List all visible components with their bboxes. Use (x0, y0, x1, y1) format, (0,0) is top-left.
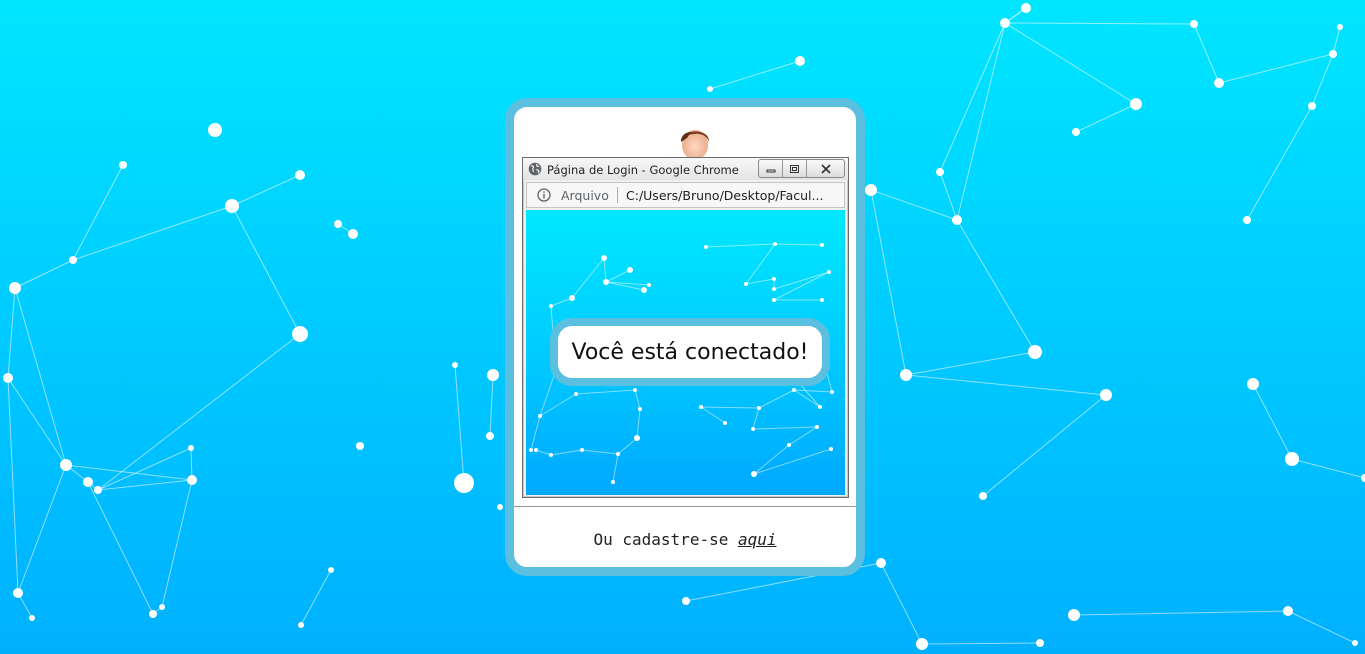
connected-message: Você está conectado! (571, 339, 809, 365)
signup-prompt-text: Ou cadastre-se (593, 530, 738, 549)
login-card: Página de Login - Google Chrome Arquivo (505, 98, 865, 576)
minimize-icon (766, 169, 775, 172)
close-button[interactable] (807, 160, 844, 177)
window-controls (758, 159, 845, 178)
close-icon (820, 163, 831, 174)
user-avatar-icon (680, 130, 710, 160)
chrome-popup-window: Página de Login - Google Chrome Arquivo (522, 157, 849, 498)
window-titlebar[interactable]: Página de Login - Google Chrome (523, 158, 848, 180)
address-bar[interactable]: Arquivo C:/Users/Bruno/Desktop/Facul... (526, 182, 845, 208)
restore-button[interactable] (783, 160, 807, 177)
connected-message-box: Você está conectado! (550, 318, 830, 386)
minimize-button[interactable] (759, 160, 783, 177)
address-scheme: Arquivo (561, 188, 609, 203)
restore-icon (790, 164, 799, 173)
window-title: Página de Login - Google Chrome (547, 163, 739, 177)
signup-link[interactable]: aqui (738, 530, 777, 549)
card-divider (514, 506, 856, 507)
popup-page-content: Você está conectado! (526, 210, 845, 495)
globe-icon (528, 162, 542, 176)
address-url[interactable]: C:/Users/Bruno/Desktop/Facul... (626, 188, 836, 203)
signup-prompt: Ou cadastre-se aqui (514, 530, 856, 549)
address-separator (617, 187, 618, 203)
info-icon[interactable] (537, 188, 551, 202)
